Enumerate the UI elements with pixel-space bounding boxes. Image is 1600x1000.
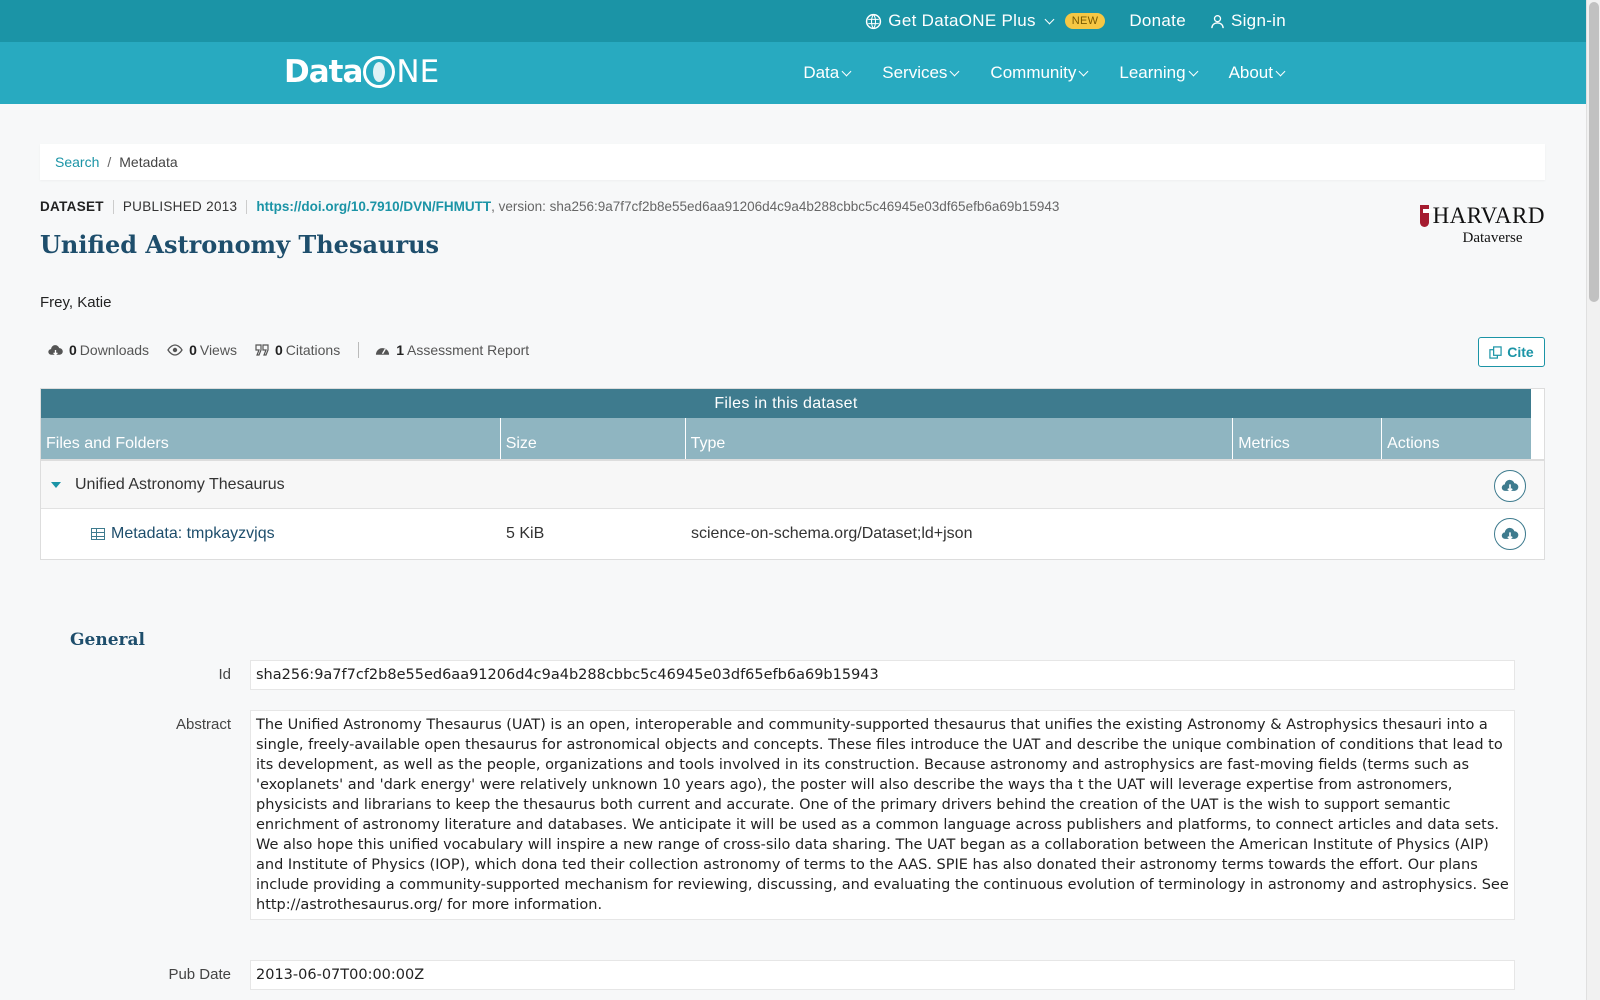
eye-icon (167, 344, 183, 356)
file-row: Metadata: tmpkayzvjqs 5 KiB science-on-s… (41, 509, 1544, 559)
id-label: Id (218, 666, 231, 683)
divider (112, 199, 114, 214)
abstract-value: The Unified Astronomy Thesaurus (UAT) is… (250, 710, 1515, 920)
breadcrumb: Search / Metadata (40, 144, 1545, 180)
new-badge: NEW (1064, 13, 1106, 29)
get-dataone-plus-menu[interactable]: Get DataONE Plus NEW (865, 11, 1106, 31)
harvard-dataverse-logo[interactable]: HARVARD Dataverse (1420, 203, 1545, 247)
assessment-count: 1 (396, 342, 405, 358)
harvard-logo-sub: Dataverse (1462, 230, 1523, 246)
file-name-link[interactable]: Metadata: tmpkayzvjqs (111, 525, 275, 543)
nav-label: Services (882, 63, 948, 82)
chevron-down-icon (841, 66, 852, 76)
logo-globe-icon (363, 56, 396, 88)
cite-button[interactable]: Cite (1478, 337, 1545, 367)
cloud-download-icon (1501, 479, 1519, 492)
package-name: Unified Astronomy Thesaurus (75, 475, 285, 493)
download-file-button[interactable] (1494, 518, 1526, 550)
breadcrumb-search-link[interactable]: Search (55, 154, 99, 170)
downloads-metric[interactable]: 0 Downloads (48, 342, 149, 358)
nav-label: Community (990, 63, 1077, 82)
dashboard-icon (376, 348, 390, 355)
files-table-title: Files in this dataset (41, 389, 1531, 418)
downloads-label: Downloads (79, 342, 150, 358)
file-type-cell: science-on-schema.org/Dataset;ld+json (691, 525, 973, 542)
globe-plus-icon (866, 13, 882, 29)
chevron-down-icon (949, 66, 960, 76)
version-label: , version: sha256:9a7f7cf2b8e55ed6aa9120… (491, 199, 1060, 214)
chevron-down-icon (1188, 66, 1199, 76)
harvard-logo-name: HARVARD (1432, 203, 1545, 228)
downloads-count: 0 (69, 342, 77, 358)
files-table: Files in this dataset Files and Folders … (40, 388, 1545, 560)
dataset-metrics: 0 Downloads 0 Views 0 Citations 1 Assess… (48, 342, 547, 358)
chevron-down-icon (1078, 66, 1089, 76)
quote-icon (255, 344, 269, 356)
nav-item-about[interactable]: About (1229, 63, 1286, 83)
nav-item-learning[interactable]: Learning (1119, 63, 1199, 83)
breadcrumb-separator: / (107, 154, 112, 170)
published-label: PUBLISHED 2013 (122, 199, 238, 214)
cloud-download-icon (1501, 527, 1519, 540)
nav-label: Learning (1119, 63, 1186, 82)
breadcrumb-current: Metadata (119, 154, 178, 170)
chevron-down-icon (1044, 14, 1055, 24)
dataone-logo[interactable]: Data NE (284, 52, 439, 92)
doi-link[interactable]: https://doi.org/10.7910/DVN/FHMUTT (256, 199, 491, 214)
files-table-header: Files and Folders Size Type Metrics Acti… (41, 418, 1531, 459)
chevron-down-icon (1275, 66, 1286, 76)
dataset-author: Frey, Katie (40, 294, 112, 311)
cloud-download-icon (48, 344, 63, 356)
citations-metric[interactable]: 0 Citations (255, 342, 340, 358)
file-name-cell: Metadata: tmpkayzvjqs (41, 525, 501, 543)
logo-text-data: Data (284, 54, 363, 90)
donate-link[interactable]: Donate (1129, 11, 1186, 31)
get-dataone-plus-label: Get DataONE Plus (888, 11, 1036, 30)
citations-label: Citations (285, 342, 341, 358)
download-package-button[interactable] (1494, 470, 1526, 502)
views-label: Views (199, 342, 237, 358)
views-count: 0 (189, 342, 197, 358)
assessment-label: Assessment Report (407, 342, 530, 358)
table-icon (91, 528, 105, 540)
pubdate-label: Pub Date (168, 966, 231, 983)
package-row: Unified Astronomy Thesaurus (41, 459, 1544, 509)
divider (358, 342, 360, 358)
citations-count: 0 (274, 342, 283, 358)
nav-label: About (1228, 63, 1273, 82)
assessment-metric[interactable]: 1 Assessment Report (375, 342, 529, 358)
general-section-title: General (70, 630, 145, 650)
dataset-kind-label: DATASET (40, 199, 104, 214)
scrollbar-thumb[interactable] (1589, 2, 1599, 302)
nav-item-services[interactable]: Services (882, 63, 960, 83)
column-header-metrics: Metrics (1233, 418, 1383, 459)
logo-text-ne: NE (396, 54, 440, 90)
dataset-title: Unified Astronomy Thesaurus (40, 230, 440, 259)
copy-icon (1489, 345, 1502, 359)
file-size-cell: 5 KiB (506, 525, 545, 542)
id-value: sha256:9a7f7cf2b8e55ed6aa91206d4c9a4b288… (250, 660, 1515, 690)
sign-in-label: Sign-in (1230, 11, 1286, 30)
sign-in-link[interactable]: Sign-in (1210, 11, 1286, 31)
dataset-meta-line: DATASET PUBLISHED 2013 https://doi.org/1… (40, 199, 1059, 214)
nav-label: Data (803, 63, 840, 82)
pubdate-value: 2013-06-07T00:00:00Z (250, 960, 1515, 990)
column-header-actions: Actions (1387, 435, 1440, 452)
divider (246, 199, 248, 214)
column-header-files: Files and Folders (41, 418, 501, 459)
harvard-shield-icon (1420, 205, 1435, 227)
page-scrollbar[interactable] (1586, 0, 1600, 1000)
main-navbar: Data NE Data Services Community Learning… (0, 42, 1586, 104)
views-metric[interactable]: 0 Views (167, 342, 237, 358)
cite-label: Cite (1507, 344, 1534, 360)
abstract-label: Abstract (175, 716, 231, 733)
column-header-size: Size (501, 418, 686, 459)
column-header-type: Type (686, 418, 1234, 459)
collapse-caret-icon[interactable] (51, 481, 61, 488)
user-icon (1211, 14, 1224, 28)
nav-item-data[interactable]: Data (803, 63, 852, 83)
nav-item-community[interactable]: Community (990, 63, 1089, 83)
top-utility-bar: Get DataONE Plus NEW Donate Sign-in (0, 0, 1586, 42)
nav-menu: Data Services Community Learning About (803, 42, 1286, 104)
